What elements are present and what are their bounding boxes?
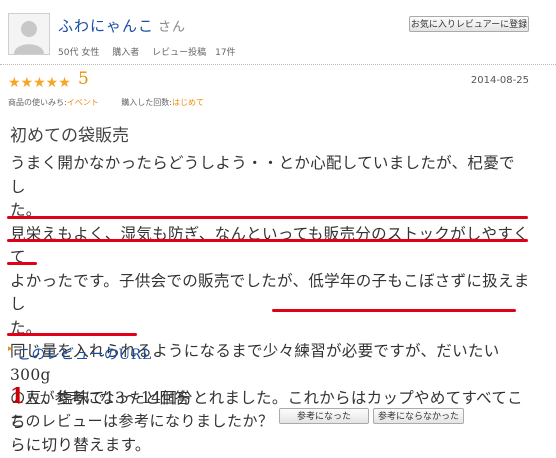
star-rating-icon: ★★★★★ — [8, 75, 71, 91]
reviewer-name[interactable]: ふわにゃんこ さん — [58, 15, 186, 36]
review-line: うまく開かなかったらどうしよう・・とか心配していましたが、杞憂でし — [10, 154, 515, 196]
review-line: らに切り替えます。 — [10, 436, 151, 454]
usage-purpose-value: イベント — [66, 98, 99, 107]
helpful-question: このレビューは参考になりましたか？ — [10, 412, 274, 430]
favorite-reviewer-button[interactable]: お気に入りレビュアーに登録 — [409, 16, 529, 32]
review-line: 見栄えもよく、湿気も防ぎ、なんといっても販売分のストックがしやすくて — [10, 224, 529, 267]
rating-score: 5 — [78, 69, 89, 89]
reviewer-meta: 50代 女性 購入者 レビュー投稿 17件 — [58, 45, 246, 58]
usage-frequency-label: 購入した回数: — [121, 98, 172, 107]
reviewer-age-gender: 50代 女性 — [58, 48, 100, 58]
user-silhouette-icon — [9, 14, 49, 54]
helpful-count-text: 人が参考になったと回答 — [24, 389, 190, 407]
rating-row: ★★★★★ 5 — [8, 69, 89, 91]
reviewer-name-text[interactable]: ふわにゃんこ — [58, 17, 154, 35]
helpful-no-button[interactable]: 参考にならなかった — [373, 408, 464, 424]
usage-info: 商品の使いみち:イベント 購入した回数:はじめて — [8, 97, 204, 108]
reviewer-header: ふわにゃんこ さん 50代 女性 購入者 レビュー投稿 17件 お気に入りレビュア… — [0, 0, 556, 64]
helpful-yes-button[interactable]: 参考になった — [279, 408, 369, 424]
review-title: 初めての袋販売 — [10, 126, 129, 146]
review-line: た。 — [10, 318, 42, 337]
usage-frequency-value: はじめて — [171, 98, 204, 107]
divider — [0, 64, 556, 65]
avatar[interactable] — [8, 13, 50, 55]
arrow-icon: ▸ — [8, 344, 13, 354]
helpful-count: 1人が参考になったと回答 — [10, 383, 190, 408]
highlight-underline — [272, 309, 516, 312]
highlight-underline — [7, 216, 528, 219]
helpful-count-number: 1 — [10, 383, 25, 408]
highlight-underline — [7, 239, 528, 242]
reviewer-purchaser: 購入者 — [112, 48, 140, 58]
highlight-underline — [7, 333, 137, 336]
review-date: 2014-08-25 — [470, 75, 529, 86]
highlight-underline — [7, 262, 37, 265]
review-url-link[interactable]: このレビューのURL — [17, 347, 152, 363]
reviewer-review-count: レビュー投稿 17件 — [152, 48, 236, 58]
usage-purpose-label: 商品の使いみち: — [8, 98, 67, 107]
review-url-link-row: ▸ このレビューのURL — [8, 344, 152, 364]
reviewer-honorific: さん — [158, 20, 187, 35]
